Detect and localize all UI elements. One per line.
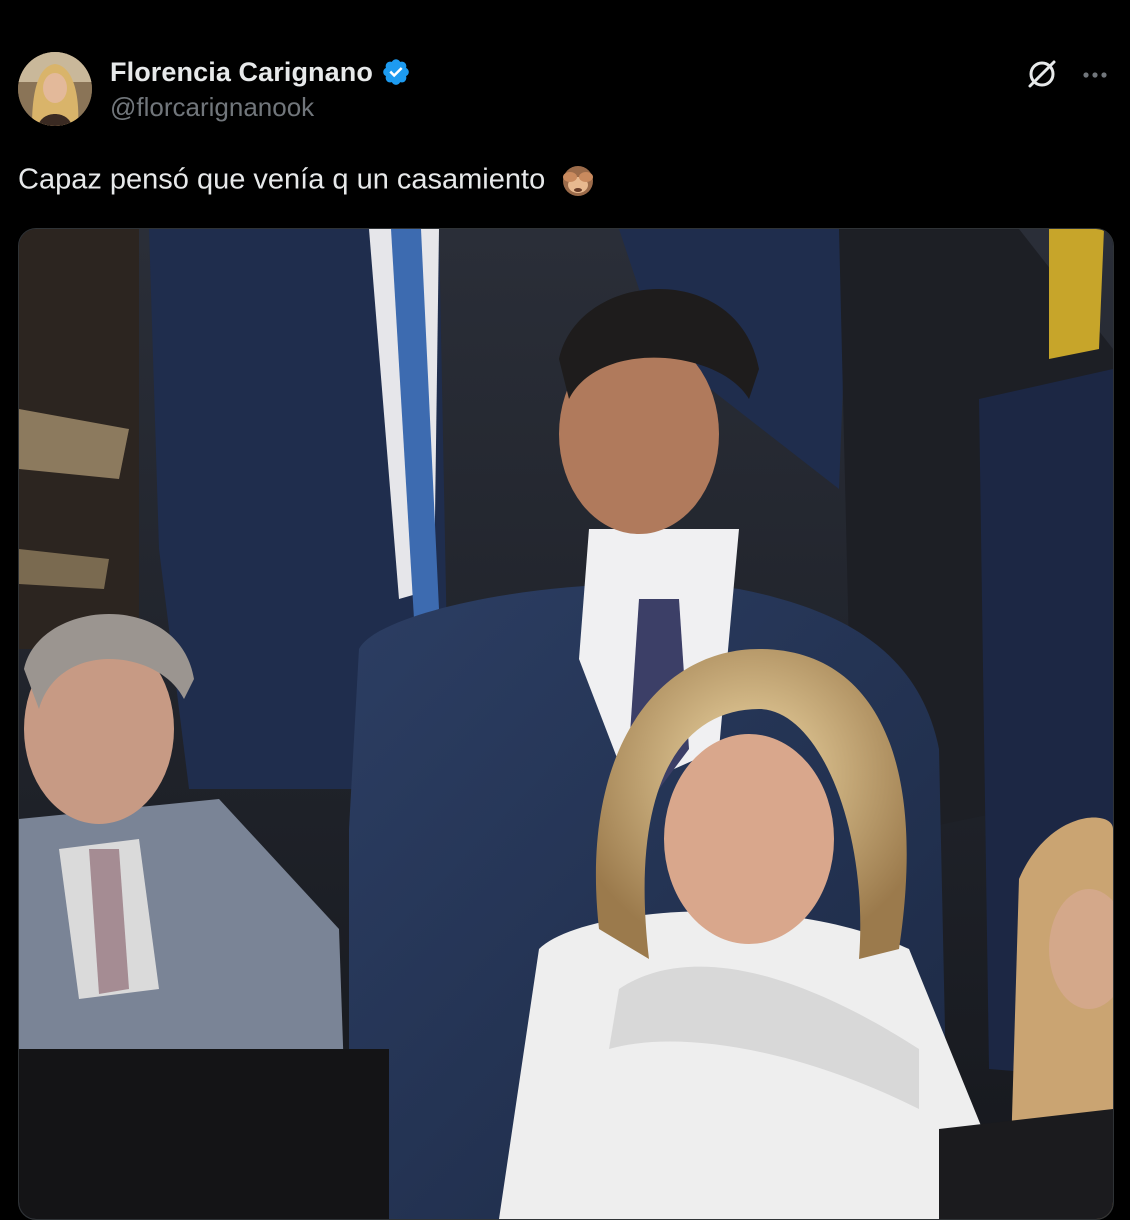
post-photo[interactable] xyxy=(18,228,1114,1220)
more-options-icon[interactable] xyxy=(1078,58,1112,92)
tweet: Florencia Carignano @florcarignanook Cap… xyxy=(0,0,1130,1220)
verified-badge-icon xyxy=(383,59,409,85)
handle[interactable]: @florcarignanook xyxy=(110,92,411,123)
grok-icon[interactable] xyxy=(1024,56,1060,92)
see-no-evil-monkey-emoji-icon xyxy=(563,166,594,196)
author-block: Florencia Carignano @florcarignanook xyxy=(110,54,411,123)
avatar[interactable] xyxy=(18,52,92,126)
tweet-text: Capaz pensó que venía q un casamiento xyxy=(18,162,597,200)
photo-icon xyxy=(19,229,1113,1219)
display-name[interactable]: Florencia Carignano xyxy=(110,57,373,88)
tweet-text-content: Capaz pensó que venía q un casamiento xyxy=(18,163,546,196)
profile-photo-icon xyxy=(18,52,92,126)
